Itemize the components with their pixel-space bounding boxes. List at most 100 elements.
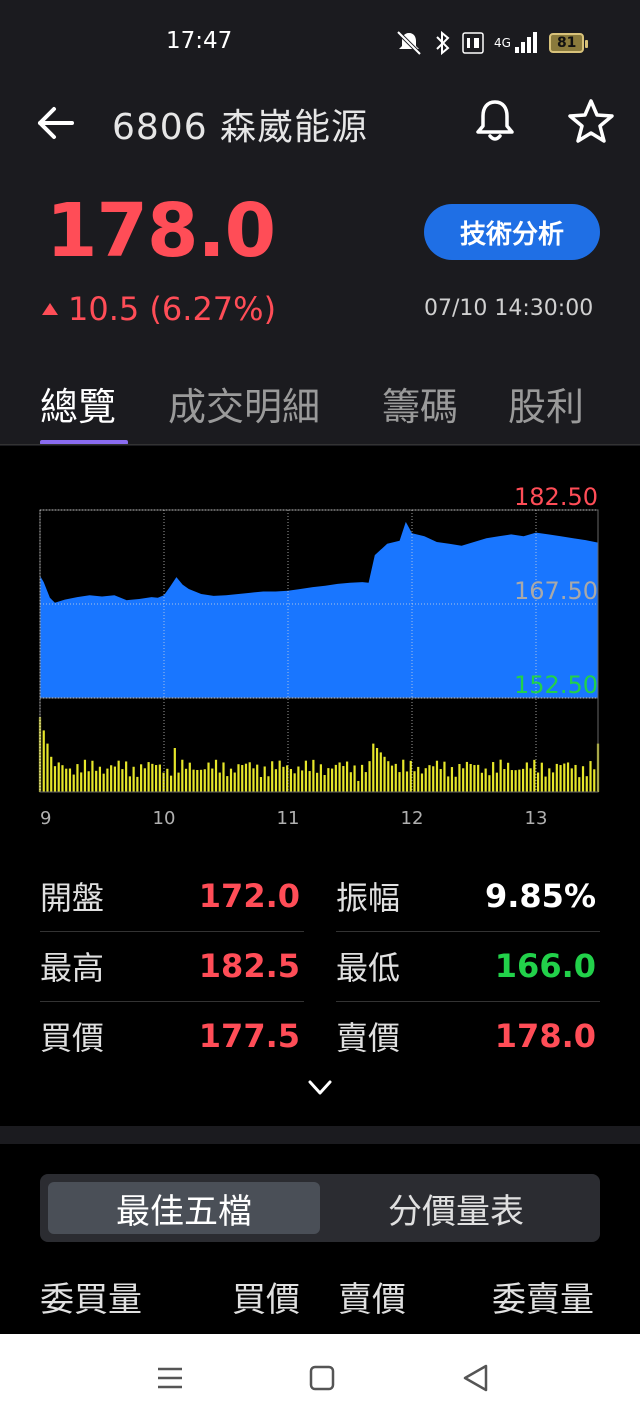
segment-price-volume[interactable]: 分價量表 (320, 1182, 592, 1234)
volume-bar (125, 761, 128, 792)
volume-bar (450, 767, 454, 792)
volume-bar (293, 773, 296, 792)
volume-bar (192, 769, 195, 792)
col-ask-price: 賣價 (338, 1280, 406, 1320)
y-tick-label: 167.50 (514, 577, 598, 605)
volume-bar (252, 768, 255, 792)
volume-bar (484, 768, 487, 792)
stat-value-open: 172.0 (198, 877, 300, 915)
star-icon[interactable] (566, 96, 616, 146)
volume-bar (578, 777, 581, 792)
volume-bar (203, 769, 206, 792)
volume-bar (169, 775, 173, 792)
volume-bar (379, 752, 382, 792)
menu-icon[interactable] (150, 1360, 190, 1396)
home-icon[interactable] (302, 1360, 342, 1396)
volume-bar (345, 761, 349, 792)
quote-timestamp: 07/10 14:30:00 (424, 296, 594, 321)
volume-bar (435, 760, 439, 792)
status-bar: 17:47 4G 81 (0, 0, 640, 84)
orderbook-segment: 最佳五檔 分價量表 (40, 1174, 600, 1242)
volume-bar (432, 766, 435, 792)
volume-bar (458, 764, 461, 792)
back-arrow-icon[interactable] (34, 101, 78, 145)
volume-bar (394, 763, 397, 792)
chevron-down-icon[interactable] (300, 1072, 340, 1104)
tab-trade-details[interactable]: 成交明細 (168, 376, 320, 431)
volume-bar (551, 772, 555, 792)
volume-bar (439, 769, 442, 792)
volume-bar (106, 768, 109, 792)
volume-bar (529, 768, 532, 792)
volume-bar (574, 764, 577, 792)
volume-bar (312, 759, 315, 792)
stat-label: 買價 (40, 1019, 105, 1057)
volume-bar (589, 761, 592, 792)
x-tick-label: 11 (277, 808, 300, 829)
stat-row-open: 開盤 172.0 振幅 9.85% (40, 862, 600, 930)
y-tick-label: 152.50 (514, 671, 598, 699)
volume-bar (211, 768, 214, 792)
network-type: 4G (494, 36, 511, 50)
tab-chips[interactable]: 籌碼 (382, 376, 458, 431)
volume-bar (136, 776, 139, 792)
volume-bar (387, 761, 390, 792)
volume-bar (282, 766, 285, 792)
volume-bar (405, 771, 409, 792)
volume-bar (334, 764, 337, 792)
volume-bar (72, 774, 75, 792)
volume-bar (349, 772, 352, 792)
volume-bar (559, 765, 562, 792)
volume-bar (117, 760, 120, 792)
volume-bar (83, 759, 87, 792)
volume-bar (80, 772, 83, 792)
intraday-chart[interactable]: 9 10 11 12 13 182.50 167.50 152.50 (0, 446, 640, 836)
volume-bar (398, 772, 401, 792)
stat-label: 最低 (336, 949, 401, 987)
mute-icon (396, 30, 422, 56)
technical-analysis-button[interactable]: 技術分析 (424, 204, 600, 260)
volume-bar (226, 776, 229, 792)
volume-bar (544, 776, 547, 792)
intraday-chart-svg: 9 10 11 12 13 182.50 167.50 152.50 (38, 483, 600, 829)
volume-bar (263, 766, 266, 792)
volume-bar (462, 768, 465, 792)
volume-bar (443, 761, 446, 792)
volume-bar (536, 772, 540, 792)
volume-bar (61, 765, 64, 792)
col-bid-price: 買價 (232, 1280, 300, 1320)
bell-icon[interactable] (470, 96, 520, 146)
volume-bar (151, 763, 154, 792)
volume-bar (259, 777, 263, 792)
stat-label: 振幅 (336, 879, 401, 917)
signal-icon (514, 32, 537, 53)
volume-bar (480, 772, 484, 792)
tab-overview[interactable]: 總覽 (40, 376, 116, 431)
volume-bar (286, 765, 289, 792)
volume-bar (499, 759, 502, 792)
volume-bar (331, 768, 334, 792)
tab-dividend[interactable]: 股利 (508, 376, 584, 431)
page-title: 6806 森崴能源 (112, 107, 369, 148)
volume-bar (360, 764, 364, 792)
volume-bar (87, 771, 90, 792)
volume-bar (218, 772, 221, 792)
back-icon[interactable] (456, 1360, 496, 1396)
volume-bar (121, 769, 124, 792)
x-tick-label: 13 (525, 808, 548, 829)
volume-bar (222, 762, 225, 792)
orderbook-header: 委買量 買價 賣價 委賣量 (0, 1272, 640, 1322)
volume-bar (593, 769, 596, 792)
volume-bar (447, 776, 450, 792)
volume-bar (76, 764, 79, 792)
volume-bar (488, 775, 491, 792)
volume-bar (402, 759, 405, 792)
volume-bar (428, 765, 431, 792)
segment-best-five[interactable]: 最佳五檔 (48, 1182, 320, 1234)
volume-bar (510, 770, 513, 792)
volume-bar (518, 769, 521, 792)
y-tick-label: 182.50 (514, 483, 598, 511)
volume-bar (46, 743, 49, 792)
stat-label: 開盤 (40, 879, 105, 917)
volume-bar (289, 768, 293, 792)
